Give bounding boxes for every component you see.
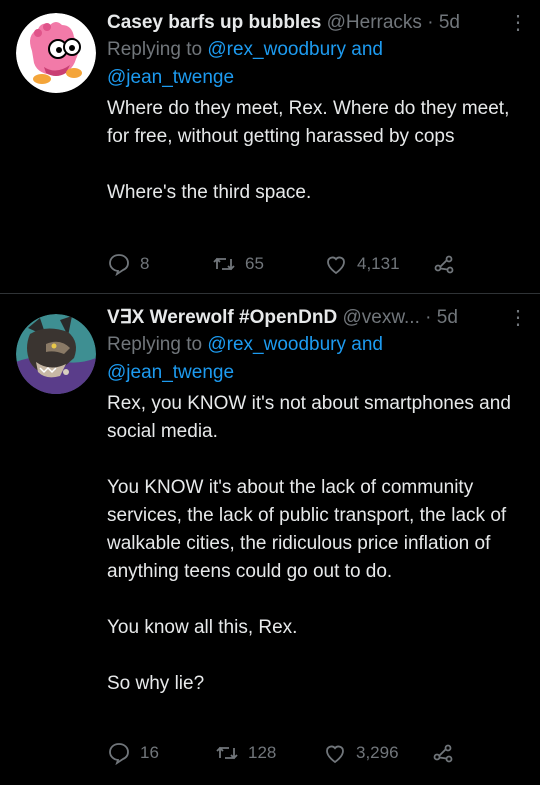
avatar[interactable] (16, 314, 96, 394)
separator: · (425, 307, 432, 328)
like-count: 3,296 (356, 743, 399, 762)
user-handle[interactable]: @vexw... (342, 307, 419, 328)
timestamp[interactable]: 5d (437, 307, 458, 328)
like-count: 4,131 (357, 254, 400, 273)
retweet-button[interactable]: 128 (215, 738, 276, 768)
mention-link[interactable]: @jean_twenge (107, 362, 234, 383)
replying-prefix: Replying to (107, 334, 203, 355)
tweet-text: Rex, you KNOW it's not about smartphones… (107, 393, 511, 694)
timestamp[interactable]: 5d (439, 12, 460, 33)
share-icon (434, 255, 454, 274)
retweet-icon (213, 257, 235, 271)
separator: · (427, 12, 434, 33)
tweet-header: V∃X Werewolf #OpenDnD @vexw... · 5d ⋮ (107, 305, 528, 331)
tweet[interactable]: Casey barfs up bubbles @Herracks · 5d ⋮ … (0, 0, 540, 293)
display-name[interactable]: Casey barfs up bubbles (107, 12, 321, 33)
replying-to: Replying to @rex_woodbury and @jean_twen… (107, 331, 524, 387)
retweet-button[interactable]: 65 (212, 249, 264, 279)
reply-icon (109, 254, 129, 276)
user-handle[interactable]: @Herracks (327, 12, 422, 33)
display-name[interactable]: V∃X Werewolf #OpenDnD (107, 307, 337, 328)
reply-count: 8 (140, 254, 150, 273)
like-icon (326, 745, 344, 764)
retweet-icon (216, 746, 238, 760)
more-icon[interactable]: ⋮ (508, 10, 528, 36)
reply-icon (109, 743, 129, 765)
retweet-count: 128 (248, 743, 277, 762)
share-button[interactable] (432, 249, 456, 279)
reply-button[interactable]: 8 (107, 249, 149, 279)
more-icon[interactable]: ⋮ (508, 305, 528, 331)
like-icon (327, 256, 345, 275)
tweet-text: Where do they meet, Rex. Where do they m… (107, 98, 510, 203)
mention-link[interactable]: @rex_woodbury and (207, 39, 383, 60)
tweet-header: Casey barfs up bubbles @Herracks · 5d ⋮ (107, 10, 528, 36)
share-icon (433, 744, 453, 763)
like-button[interactable]: 4,131 (324, 249, 400, 279)
mention-link[interactable]: @rex_woodbury and (207, 334, 383, 355)
replying-to: Replying to @rex_woodbury and @jean_twen… (107, 36, 524, 92)
share-button[interactable] (431, 738, 455, 768)
mention-link[interactable]: @jean_twenge (107, 67, 234, 88)
replying-prefix: Replying to (107, 39, 203, 60)
avatar[interactable] (16, 13, 96, 93)
reply-count: 16 (140, 743, 159, 762)
reply-button[interactable]: 16 (107, 738, 159, 768)
like-button[interactable]: 3,296 (323, 738, 399, 768)
tweet[interactable]: V∃X Werewolf #OpenDnD @vexw... · 5d ⋮ Re… (0, 293, 540, 785)
retweet-count: 65 (245, 254, 264, 273)
